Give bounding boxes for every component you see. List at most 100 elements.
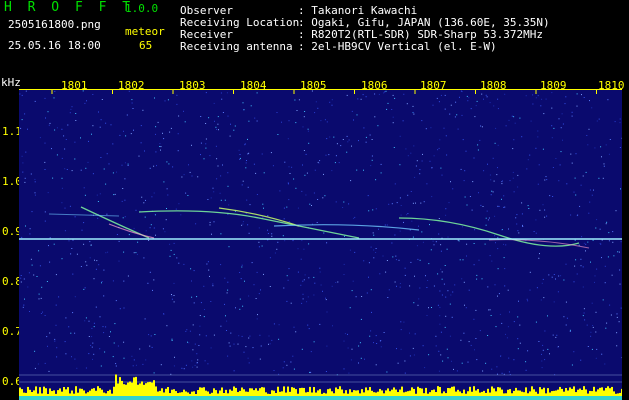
timestamp: 25.05.16 18:00: [8, 39, 101, 52]
noise-speckle: [404, 274, 406, 276]
noise-speckle: [617, 251, 619, 253]
noise-speckle: [20, 275, 22, 276]
noise-speckle: [606, 221, 608, 223]
noise-speckle: [155, 133, 156, 135]
noise-speckle: [131, 355, 133, 357]
noise-speckle: [30, 258, 32, 260]
noise-speckle: [65, 139, 67, 140]
noise-speckle: [142, 109, 144, 111]
noise-speckle: [620, 188, 621, 190]
noise-speckle: [478, 259, 480, 261]
noise-speckle: [488, 309, 490, 311]
noise-speckle: [206, 263, 208, 265]
noise-speckle: [353, 217, 355, 219]
noise-speckle: [606, 322, 608, 324]
noise-speckle: [325, 297, 326, 299]
noise-speckle: [575, 153, 577, 155]
noise-speckle: [46, 281, 48, 282]
noise-speckle: [439, 139, 441, 141]
noise-speckle: [101, 281, 103, 282]
noise-speckle: [199, 325, 201, 327]
noise-speckle: [616, 313, 618, 315]
noise-speckle: [248, 295, 250, 297]
noise-speckle: [588, 128, 590, 130]
noise-speckle: [88, 336, 90, 337]
noise-speckle: [399, 197, 401, 199]
noise-speckle: [580, 359, 582, 361]
noise-speckle: [439, 306, 441, 308]
noise-speckle: [392, 94, 394, 96]
noise-speckle: [147, 282, 149, 284]
noise-speckle: [592, 325, 594, 326]
noise-speckle: [105, 183, 107, 185]
noise-speckle: [192, 366, 194, 368]
noise-speckle: [473, 157, 475, 159]
noise-speckle: [31, 264, 33, 266]
noise-speckle: [291, 166, 293, 168]
noise-speckle: [497, 167, 498, 169]
noise-speckle: [394, 234, 396, 236]
noise-speckle: [426, 183, 428, 185]
noise-speckle: [93, 353, 95, 355]
noise-speckle: [302, 280, 304, 282]
noise-speckle: [56, 347, 58, 349]
noise-speckle: [607, 99, 609, 101]
noise-speckle: [247, 357, 249, 359]
noise-speckle: [149, 271, 151, 273]
noise-speckle: [34, 178, 36, 180]
noise-speckle: [440, 94, 442, 96]
noise-speckle: [361, 296, 363, 297]
noise-speckle: [49, 332, 51, 334]
meteor-count: 65: [139, 39, 153, 52]
noise-speckle: [461, 362, 463, 364]
noise-speckle: [608, 153, 610, 155]
noise-speckle: [141, 196, 143, 198]
noise-speckle: [162, 228, 164, 230]
noise-speckle: [64, 207, 66, 209]
noise-speckle: [590, 261, 591, 263]
noise-speckle: [239, 158, 241, 160]
noise-speckle: [349, 307, 351, 309]
noise-speckle: [105, 326, 107, 328]
noise-speckle: [292, 355, 294, 357]
noise-speckle: [544, 209, 546, 211]
noise-speckle: [261, 245, 263, 247]
noise-speckle: [594, 281, 595, 283]
noise-speckle: [375, 179, 377, 181]
noise-speckle: [507, 326, 509, 328]
noise-speckle: [373, 234, 375, 236]
noise-speckle: [52, 177, 54, 179]
noise-speckle: [346, 151, 348, 153]
noise-speckle: [123, 130, 124, 132]
noise-speckle: [56, 127, 58, 129]
noise-speckle: [326, 121, 328, 123]
noise-speckle: [270, 152, 272, 154]
noise-speckle: [419, 173, 421, 175]
noise-speckle: [210, 301, 212, 302]
noise-speckle: [405, 148, 407, 150]
noise-speckle: [230, 332, 232, 334]
noise-speckle: [611, 274, 613, 276]
noise-speckle: [149, 227, 151, 229]
noise-speckle: [552, 334, 554, 336]
noise-speckle: [403, 93, 405, 95]
noise-speckle: [227, 355, 229, 357]
noise-speckle: [267, 233, 269, 234]
noise-speckle: [558, 275, 560, 277]
noise-speckle: [541, 353, 542, 355]
noise-speckle: [85, 317, 87, 319]
noise-speckle: [21, 94, 23, 96]
noise-speckle: [325, 299, 327, 301]
noise-speckle: [164, 100, 166, 102]
noise-speckle: [376, 343, 378, 344]
noise-speckle: [295, 187, 297, 189]
noise-speckle: [585, 243, 587, 245]
noise-speckle: [277, 134, 279, 135]
noise-speckle: [227, 289, 229, 291]
noise-speckle: [460, 168, 462, 170]
noise-speckle: [375, 335, 377, 337]
noise-speckle: [445, 208, 447, 210]
noise-speckle: [325, 154, 327, 156]
noise-speckle: [331, 104, 333, 106]
noise-speckle: [212, 187, 214, 189]
